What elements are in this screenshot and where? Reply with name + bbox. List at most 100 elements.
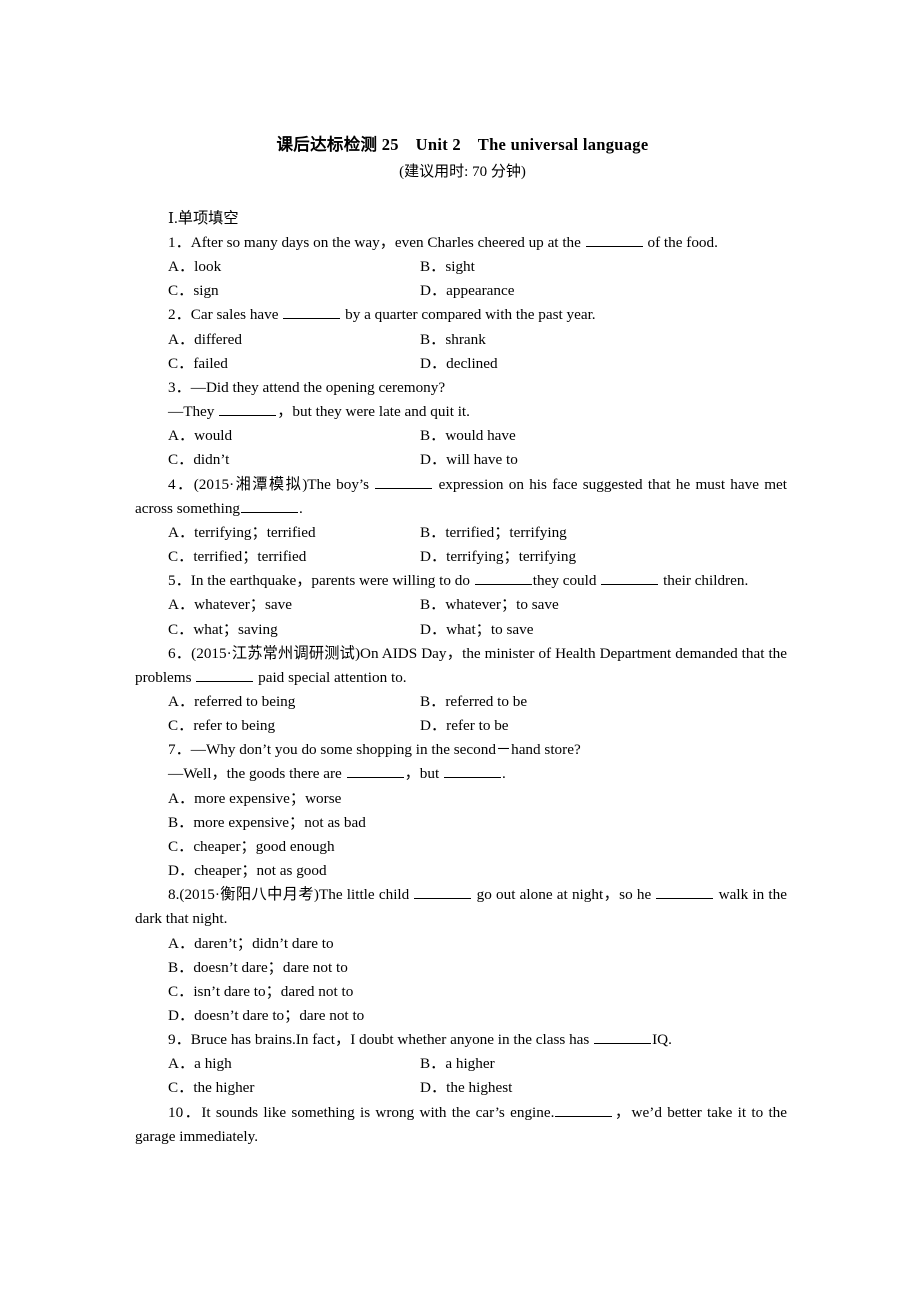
option-c-1[interactable]: C．sign xyxy=(168,279,420,303)
answer-blank xyxy=(594,1029,652,1045)
question-stem-7-reply: —Well，the goods there are ，but . xyxy=(135,762,787,786)
option-b-5[interactable]: B．whatever；to save xyxy=(420,593,787,617)
option-d-7[interactable]: D．cheaper；not as good xyxy=(135,859,787,883)
question-stem-4-text-c: . xyxy=(299,499,303,517)
option-d-1[interactable]: D．appearance xyxy=(420,279,787,303)
option-row: A．referred to being B．referred to be xyxy=(135,690,787,714)
question-stem-9-text-a: 9．Bruce has brains.In fact，I doubt wheth… xyxy=(168,1031,594,1049)
option-d-6[interactable]: D．refer to be xyxy=(420,714,787,738)
option-row: A．differed B．shrank xyxy=(135,328,787,352)
question-stem-7-text-a: —Well，the goods there are xyxy=(168,765,346,783)
option-a-1[interactable]: A．look xyxy=(168,255,420,279)
question-stem-2-text-a: 2．Car sales have xyxy=(168,306,283,324)
option-row: C．refer to being D．refer to be xyxy=(135,714,787,738)
answer-blank xyxy=(283,305,341,320)
answer-blank xyxy=(219,401,277,417)
option-row: A．a high B．a higher xyxy=(135,1052,787,1076)
question-stem-9-text-b: IQ. xyxy=(652,1031,672,1049)
question-stem-2: 2．Car sales have by a quarter compared w… xyxy=(135,303,787,327)
question-stem-5-text-c: their children. xyxy=(659,572,749,590)
option-row: A．whatever；save B．whatever；to save xyxy=(135,593,787,617)
option-c-2[interactable]: C．failed xyxy=(168,352,420,376)
option-c-5[interactable]: C．what；saving xyxy=(168,618,420,642)
option-a-5[interactable]: A．whatever；save xyxy=(168,593,420,617)
option-b-8[interactable]: B．doesn’t dare；dare not to xyxy=(135,956,787,980)
option-b-6[interactable]: B．referred to be xyxy=(420,690,787,714)
question-stem-3-reply: —They ，but they were late and quit it. xyxy=(135,400,787,424)
option-d-2[interactable]: D．declined xyxy=(420,352,787,376)
answer-blank xyxy=(585,232,643,247)
option-a-3[interactable]: A．would xyxy=(168,424,420,448)
option-a-9[interactable]: A．a high xyxy=(168,1052,420,1076)
option-c-9[interactable]: C．the higher xyxy=(168,1076,420,1100)
option-b-7[interactable]: B．more expensive；not as bad xyxy=(135,811,787,835)
page-title: 课后达标检测 25 Unit 2 The universal language xyxy=(276,135,649,154)
question-stem-6: 6．(2015·江苏常州调研测试)On AIDS Day，the ministe… xyxy=(135,642,787,690)
option-a-4[interactable]: A．terrifying；terrified xyxy=(168,521,420,545)
question-stem-7-text-c: . xyxy=(502,765,506,783)
option-c-8[interactable]: C．isn’t dare to；dared not to xyxy=(135,980,787,1004)
question-stem-7-text-b: ，but xyxy=(404,765,443,783)
option-row: A．terrifying；terrified B．terrified；terrif… xyxy=(135,521,787,545)
answer-blank xyxy=(196,667,254,682)
question-stem-1-text-b: of the food. xyxy=(643,234,718,251)
answer-blank xyxy=(555,1102,613,1117)
title-block: 课后达标检测 25 Unit 2 The universal language … xyxy=(135,133,790,184)
option-c-7[interactable]: C．cheaper；good enough xyxy=(135,835,787,859)
question-stem-1: 1．After so many days on the way，even Cha… xyxy=(135,231,787,255)
option-b-3[interactable]: B．would have xyxy=(420,424,787,448)
answer-blank xyxy=(346,763,404,779)
option-row: C．failed D．declined xyxy=(135,352,787,376)
option-c-4[interactable]: C．terrified；terrified xyxy=(168,545,420,569)
question-stem-8: 8.(2015·衡阳八中月考)The little child go out a… xyxy=(135,883,787,931)
option-row: C．the higher D．the highest xyxy=(135,1076,787,1100)
option-c-6[interactable]: C．refer to being xyxy=(168,714,420,738)
question-stem-4-text-a: 4．(2015·湘潭模拟)The boy’s xyxy=(168,475,375,493)
option-row: A．look B．sight xyxy=(135,255,787,279)
question-stem-8-text-a: 8.(2015·衡阳八中月考)The little child xyxy=(168,886,414,904)
option-b-9[interactable]: B．a higher xyxy=(420,1052,787,1076)
answer-blank xyxy=(601,570,659,586)
option-d-3[interactable]: D．will have to xyxy=(420,448,787,472)
question-stem-8-text-b: go out alone at night，so he xyxy=(472,886,656,904)
answer-blank xyxy=(414,884,472,900)
option-c-3[interactable]: C．didn’t xyxy=(168,448,420,472)
answer-blank xyxy=(444,763,501,779)
option-row: C．terrified；terrified D．terrifying；terrif… xyxy=(135,545,787,569)
option-row: C．sign D．appearance xyxy=(135,279,787,303)
question-stem-7: 7．—Why don’t you do some shopping in the… xyxy=(168,741,581,759)
option-a-7[interactable]: A．more expensive；worse xyxy=(135,787,787,811)
option-a-2[interactable]: A．differed xyxy=(168,328,420,352)
option-a-8[interactable]: A．daren’t；didn’t dare to xyxy=(135,932,787,956)
option-row: C．what；saving D．what；to save xyxy=(135,618,787,642)
option-b-1[interactable]: B．sight xyxy=(420,255,787,279)
option-d-8[interactable]: D．doesn’t dare to；dare not to xyxy=(135,1004,787,1028)
question-stem-10: 10．It sounds like something is wrong wit… xyxy=(135,1101,787,1149)
answer-blank xyxy=(474,570,532,586)
question-stem-4: 4．(2015·湘潭模拟)The boy’s expression on his… xyxy=(135,473,787,521)
question-stem-10-text-a: 10．It sounds like something is wrong wit… xyxy=(168,1103,555,1121)
answer-blank xyxy=(375,474,433,489)
question-stem-2-text-b: by a quarter compared with the past year… xyxy=(341,306,596,324)
option-row: A．would B．would have xyxy=(135,424,787,448)
option-b-2[interactable]: B．shrank xyxy=(420,328,787,352)
question-stem-3: 3．—Did they attend the opening ceremony? xyxy=(168,378,446,396)
section-heading: Ⅰ.单项填空 xyxy=(168,210,239,227)
document-page: 课后达标检测 25 Unit 2 The universal language … xyxy=(0,0,920,1302)
answer-blank xyxy=(656,884,714,900)
option-d-4[interactable]: D．terrifying；terrifying xyxy=(420,545,787,569)
option-d-5[interactable]: D．what；to save xyxy=(420,618,787,642)
question-stem-3-text-b: ，but they were late and quit it. xyxy=(277,403,470,421)
option-b-4[interactable]: B．terrified；terrifying xyxy=(420,521,787,545)
option-row: C．didn’t D．will have to xyxy=(135,448,787,472)
question-stem-5: 5．In the earthquake，parents were willing… xyxy=(135,569,787,593)
question-stem-3-text-a: —They xyxy=(168,403,219,421)
question-stem-5-text-a: 5．In the earthquake，parents were willing… xyxy=(168,572,474,590)
question-stem-1-text-a: 1．After so many days on the way，even Cha… xyxy=(168,234,585,251)
page-subtitle: (建议用时: 70 分钟) xyxy=(399,164,526,180)
exercise-content: Ⅰ.单项填空 1．After so many days on the way，e… xyxy=(135,206,787,1149)
option-a-6[interactable]: A．referred to being xyxy=(168,690,420,714)
option-d-9[interactable]: D．the highest xyxy=(420,1076,787,1100)
question-stem-5-text-b: they could xyxy=(532,572,601,590)
answer-blank xyxy=(241,498,299,513)
